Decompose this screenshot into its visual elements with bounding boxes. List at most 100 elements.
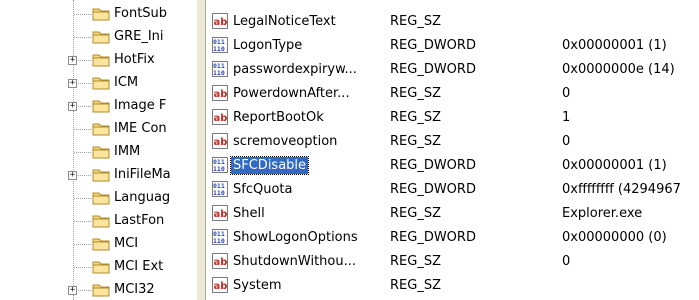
string-value-icon: ab: [212, 13, 228, 29]
svg-text:ab: ab: [214, 17, 228, 28]
expand-plus-icon[interactable]: +: [68, 102, 77, 111]
tree-node-label: MCI32: [114, 282, 155, 297]
value-name[interactable]: ReportBootOk: [231, 109, 326, 126]
registry-value-row[interactable]: ab Shell REG_SZ Explorer.exe: [206, 202, 699, 226]
dword-value-icon: 011 110: [212, 157, 228, 173]
tree-node-label: IMM: [114, 144, 141, 159]
value-name[interactable]: ShowLogonOptions: [231, 229, 360, 246]
pane-splitter[interactable]: [196, 0, 206, 300]
value-name[interactable]: LogonType: [231, 37, 304, 54]
folder-icon: [92, 260, 110, 274]
value-data: 0: [562, 134, 571, 149]
value-name[interactable]: LegalNoticeText: [231, 13, 338, 30]
folder-icon: [92, 145, 110, 159]
value-type: REG_SZ: [390, 254, 441, 269]
value-data: 0x00000000 (0): [562, 230, 667, 245]
registry-key-tree[interactable]: FontSub GRE_Ini + HotFix + ICM + Image F IME Con…: [0, 0, 196, 300]
expand-plus-icon[interactable]: +: [68, 286, 77, 295]
tree-node-label: FontSub: [114, 6, 168, 21]
svg-text:110: 110: [213, 189, 225, 197]
tree-node[interactable]: + MCI32: [0, 280, 196, 300]
value-type: REG_SZ: [390, 278, 441, 293]
value-type: REG_DWORD: [390, 158, 476, 173]
value-data: 1: [562, 110, 571, 125]
value-name[interactable]: ShutdownWithou...: [231, 253, 358, 270]
value-type: REG_DWORD: [390, 38, 476, 53]
value-type: REG_SZ: [390, 206, 441, 221]
svg-text:ab: ab: [214, 257, 228, 268]
tree-node-label: IniFileMa: [114, 167, 171, 182]
tree-node[interactable]: IMM: [0, 142, 196, 164]
expand-plus-icon[interactable]: +: [68, 79, 77, 88]
value-data: 0: [562, 86, 571, 101]
value-name[interactable]: passwordexpiryw...: [231, 61, 359, 78]
registry-value-row[interactable]: ab System REG_SZ: [206, 274, 699, 298]
tree-node[interactable]: IME Con: [0, 119, 196, 141]
tree-node[interactable]: + IniFileMa: [0, 165, 196, 187]
tree-node-label: GRE_Ini: [114, 29, 164, 44]
tree-node-label: ICM: [114, 75, 139, 90]
value-data: 0x00000001 (1): [562, 38, 667, 53]
string-value-icon: ab: [212, 109, 228, 125]
string-value-icon: ab: [212, 85, 228, 101]
registry-value-row[interactable]: 011 110 ShowLogonOptions REG_DWORD 0x0000000…: [206, 226, 699, 250]
registry-value-row[interactable]: ab ReportBootOk REG_SZ 1: [206, 106, 699, 130]
registry-value-row[interactable]: ab PowerdownAfter... REG_SZ 0: [206, 82, 699, 106]
registry-value-row[interactable]: ab ShutdownWithou... REG_SZ 0: [206, 250, 699, 274]
svg-text:ab: ab: [214, 209, 228, 220]
registry-value-row[interactable]: 011 110 LogonType REG_DWORD 0x00000001 (1): [206, 34, 699, 58]
folder-icon: [92, 99, 110, 113]
folder-icon: [92, 214, 110, 228]
tree-node-label: IME Con: [114, 121, 167, 136]
value-type: REG_SZ: [390, 86, 441, 101]
tree-node[interactable]: LastFon: [0, 211, 196, 233]
value-type: REG_SZ: [390, 110, 441, 125]
registry-value-row[interactable]: ab LegalNoticeText REG_SZ: [206, 10, 699, 34]
registry-value-row[interactable]: 011 110 passwordexpiryw... REG_DWORD 0x00000…: [206, 58, 699, 82]
value-name[interactable]: System: [231, 277, 283, 294]
tree-node-label: MCI Ext: [114, 259, 164, 274]
expand-plus-icon[interactable]: +: [68, 56, 77, 65]
value-type: REG_SZ: [390, 14, 441, 29]
tree-node[interactable]: MCI Ext: [0, 257, 196, 279]
folder-icon: [92, 76, 110, 90]
folder-icon: [92, 7, 110, 21]
value-data: 0: [562, 254, 571, 269]
dword-value-icon: 011 110: [212, 37, 228, 53]
dword-value-icon: 011 110: [212, 61, 228, 77]
value-name[interactable]: SFCDisable: [229, 156, 310, 175]
value-type: REG_DWORD: [390, 62, 476, 77]
value-name[interactable]: PowerdownAfter...: [231, 85, 352, 102]
string-value-icon: ab: [212, 277, 228, 293]
registry-value-row[interactable]: 011 110 SFCDisable REG_DWORD 0x00000001 (1): [206, 154, 699, 178]
registry-value-row[interactable]: 011 110 SfcQuota REG_DWORD 0xffffffff (42949…: [206, 178, 699, 202]
value-type: REG_DWORD: [390, 230, 476, 245]
svg-text:110: 110: [213, 45, 225, 53]
tree-node[interactable]: + ICM: [0, 73, 196, 95]
dword-value-icon: 011 110: [212, 229, 228, 245]
svg-text:110: 110: [213, 237, 225, 245]
tree-node[interactable]: + HotFix: [0, 50, 196, 72]
value-data: 0x00000001 (1): [562, 158, 667, 173]
tree-node[interactable]: FontSub: [0, 4, 196, 26]
tree-connector: [74, 221, 91, 222]
registry-value-row[interactable]: ab scremoveoption REG_SZ 0: [206, 130, 699, 154]
svg-text:110: 110: [213, 69, 225, 77]
svg-text:ab: ab: [214, 89, 228, 100]
tree-node[interactable]: + Image F: [0, 96, 196, 118]
value-name[interactable]: Shell: [231, 205, 267, 222]
tree-node-label: MCI: [114, 236, 139, 251]
tree-node[interactable]: MCI: [0, 234, 196, 256]
svg-text:ab: ab: [214, 281, 228, 292]
value-name[interactable]: scremoveoption: [231, 133, 339, 150]
folder-icon: [92, 191, 110, 205]
svg-text:ab: ab: [214, 137, 228, 148]
registry-values-list[interactable]: ab LegalNoticeText REG_SZ 011 110 LogonType RE…: [206, 0, 699, 300]
folder-icon: [92, 237, 110, 251]
tree-connector: [74, 129, 91, 130]
expand-plus-icon[interactable]: +: [68, 171, 77, 180]
string-value-icon: ab: [212, 133, 228, 149]
tree-node[interactable]: GRE_Ini: [0, 27, 196, 49]
value-name[interactable]: SfcQuota: [231, 181, 294, 198]
tree-node[interactable]: Languag: [0, 188, 196, 210]
